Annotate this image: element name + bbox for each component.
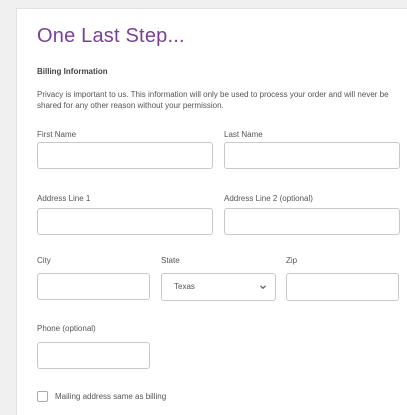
state-label: State — [161, 256, 180, 265]
page-title: One Last Step... — [37, 25, 185, 47]
mailing-same-label[interactable]: Mailing address same as billing — [55, 392, 166, 401]
state-selected-value: Texas — [174, 282, 195, 291]
zip-input[interactable] — [286, 273, 399, 301]
privacy-note: Privacy is important to us. This informa… — [37, 90, 389, 110]
address2-label: Address Line 2 (optional) — [224, 194, 313, 203]
chevron-down-icon — [260, 285, 266, 290]
address2-input[interactable] — [224, 208, 400, 235]
phone-label: Phone (optional) — [37, 324, 96, 333]
last-name-input[interactable] — [224, 142, 400, 169]
city-input[interactable] — [37, 273, 150, 300]
billing-card: One Last Step... Billing Information Pri… — [16, 8, 407, 415]
state-select[interactable]: Texas — [161, 273, 276, 301]
address1-input[interactable] — [37, 208, 213, 235]
first-name-input[interactable] — [37, 142, 213, 169]
zip-label: Zip — [286, 256, 298, 265]
phone-input[interactable] — [37, 342, 150, 369]
last-name-label: Last Name — [224, 130, 263, 139]
first-name-label: First Name — [37, 130, 77, 139]
city-label: City — [37, 256, 51, 265]
address1-label: Address Line 1 — [37, 194, 91, 203]
section-title: Billing Information — [37, 67, 108, 76]
mailing-same-checkbox[interactable] — [37, 391, 48, 402]
